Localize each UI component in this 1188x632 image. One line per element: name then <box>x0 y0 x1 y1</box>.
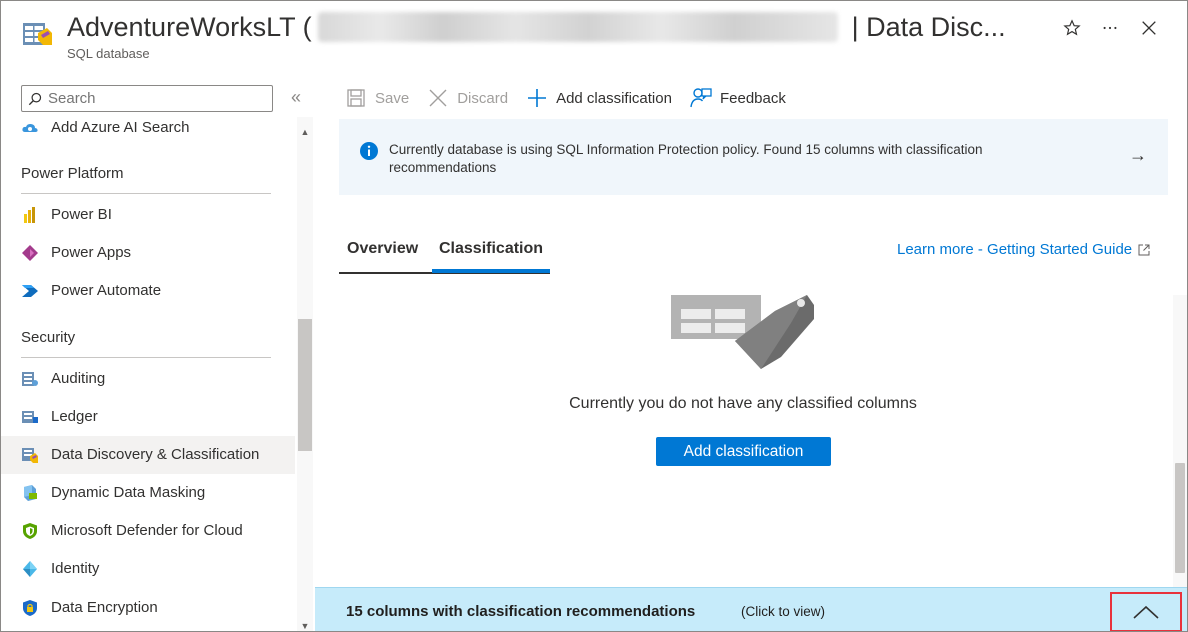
command-bar: Save Discard Add classification Feedback <box>345 85 804 111</box>
sidebar-item-label: Ledger <box>51 408 98 425</box>
arrow-right-icon[interactable]: → <box>1129 145 1149 165</box>
sidebar-item-data-encryption[interactable]: Data Encryption <box>1 589 295 627</box>
sidebar-item-power-automate[interactable]: Power Automate <box>1 272 295 310</box>
data-masking-icon <box>24 485 37 501</box>
cloud-search-icon <box>22 123 38 132</box>
discard-button[interactable]: Discard <box>427 87 508 109</box>
policy-info-banner[interactable]: Currently database is using SQL Informat… <box>339 119 1168 195</box>
discard-label: Discard <box>457 89 509 107</box>
save-label: Save <box>375 89 410 107</box>
title-resource-name: AdventureWorksLT ( <box>67 11 312 42</box>
feedback-label: Feedback <box>719 89 786 107</box>
sidebar-item-power-apps[interactable]: Power Apps <box>1 234 295 272</box>
collapse-menu-button[interactable]: « <box>286 87 306 107</box>
add-classification-button[interactable]: Add classification <box>656 437 831 466</box>
chevron-up-icon <box>1133 605 1159 619</box>
main-content: Save Discard Add classification Feedback… <box>315 67 1187 631</box>
scroll-up-arrow-icon[interactable]: ▲ <box>300 127 310 137</box>
search-icon <box>28 92 42 105</box>
section-title-power-platform: Power Platform <box>21 165 124 182</box>
sidebar-item-label: Data Encryption <box>51 599 158 616</box>
power-bi-icon <box>24 207 35 223</box>
sidebar-item-microsoft-defender[interactable]: Microsoft Defender for Cloud <box>1 512 295 550</box>
section-divider <box>21 193 271 194</box>
page-subtitle: SQL database <box>67 46 150 61</box>
save-button[interactable]: Save <box>345 87 409 109</box>
more-options-button[interactable] <box>1097 15 1123 41</box>
sidebar-item-identity[interactable]: Identity <box>1 550 295 588</box>
sidebar-item-dynamic-data-masking[interactable]: Dynamic Data Masking <box>1 474 295 512</box>
sql-database-icon <box>23 23 52 45</box>
power-automate-icon <box>22 285 38 297</box>
add-classification-label: Add classification <box>556 89 672 107</box>
discard-icon <box>429 89 447 107</box>
active-tab-indicator <box>432 269 550 273</box>
star-icon <box>1063 19 1081 36</box>
encryption-shield-icon <box>23 600 37 616</box>
resource-menu: « Add Azure AI Search Power Platform Pow… <box>1 77 315 631</box>
blade-header: AdventureWorksLT ( | Data Disc... SQL da… <box>1 1 1187 67</box>
sidebar-item-auditing[interactable]: Auditing <box>1 360 295 398</box>
content-scrollbar[interactable] <box>1173 295 1187 587</box>
identity-icon <box>23 561 37 577</box>
learn-more-label: Learn more - Getting Started Guide <box>897 241 1133 258</box>
search-input[interactable] <box>48 90 258 107</box>
ellipsis-icon <box>1103 26 1117 30</box>
sidebar-item-label: Power Apps <box>51 244 132 261</box>
section-divider <box>21 357 271 358</box>
save-icon <box>347 89 365 107</box>
sidebar-item-label: Power BI <box>51 206 112 223</box>
page-title: AdventureWorksLT ( | Data Disc... <box>67 9 1006 45</box>
power-apps-icon <box>22 245 38 261</box>
sidebar-item-data-discovery-classification[interactable]: Data Discovery & Classification <box>1 436 295 474</box>
feedback-icon <box>690 88 712 108</box>
recommendations-title: 15 columns with classification recommend… <box>346 603 696 620</box>
menu-search[interactable] <box>21 85 273 112</box>
tab-overview[interactable]: Overview <box>347 237 418 277</box>
auditing-icon <box>22 372 38 386</box>
sidebar-item-label: Power Automate <box>51 282 162 299</box>
data-discovery-icon <box>22 448 38 463</box>
empty-state-message: Currently you do not have any classified… <box>569 395 917 412</box>
expand-recommendations-button[interactable] <box>1110 592 1182 631</box>
pin-favorite-button[interactable] <box>1059 15 1085 41</box>
sidebar-item-label: Auditing <box>51 370 106 387</box>
external-link-icon <box>1138 244 1150 255</box>
section-title-security: Security <box>21 329 76 346</box>
title-blade-name: | Data Disc... <box>851 11 1006 42</box>
redacted-server-name <box>317 12 838 42</box>
ledger-icon <box>22 411 38 423</box>
sidebar-item-add-azure-ai-search[interactable]: Add Azure AI Search <box>1 109 295 147</box>
sidebar-item-label: Identity <box>51 560 100 577</box>
classification-tag-illustration <box>671 295 814 369</box>
policy-info-text: Currently database is using SQL Informat… <box>389 142 983 175</box>
plus-icon <box>528 89 547 107</box>
sidebar-item-ledger[interactable]: Ledger <box>1 398 295 436</box>
scrollbar-thumb[interactable] <box>1175 463 1185 573</box>
portal-window: AdventureWorksLT ( | Data Disc... SQL da… <box>0 0 1188 632</box>
close-icon <box>1142 21 1156 35</box>
sidebar-item-power-bi[interactable]: Power BI <box>1 196 295 234</box>
sidebar-item-label: Add Azure AI Search <box>51 119 190 136</box>
feedback-button[interactable]: Feedback <box>690 87 786 109</box>
sidebar-item-label: Dynamic Data Masking <box>51 484 206 501</box>
sidebar-item-label: Data Discovery & Classification <box>51 446 260 463</box>
sidebar-item-label: Microsoft Defender for Cloud <box>51 522 243 539</box>
add-classification-toolbar-button[interactable]: Add classification <box>526 87 672 109</box>
scrollbar-thumb[interactable] <box>298 319 312 451</box>
scroll-down-arrow-icon[interactable]: ▼ <box>300 621 310 631</box>
close-blade-button[interactable] <box>1136 15 1162 41</box>
learn-more-link[interactable]: Learn more - Getting Started Guide <box>897 241 1150 258</box>
info-icon <box>360 142 378 160</box>
recommendations-bar[interactable]: 15 columns with classification recommend… <box>315 587 1187 631</box>
menu-scrollbar[interactable]: ▲ ▼ <box>297 117 313 631</box>
recommendations-hint: (Click to view) <box>741 604 826 619</box>
defender-icon <box>23 523 37 539</box>
